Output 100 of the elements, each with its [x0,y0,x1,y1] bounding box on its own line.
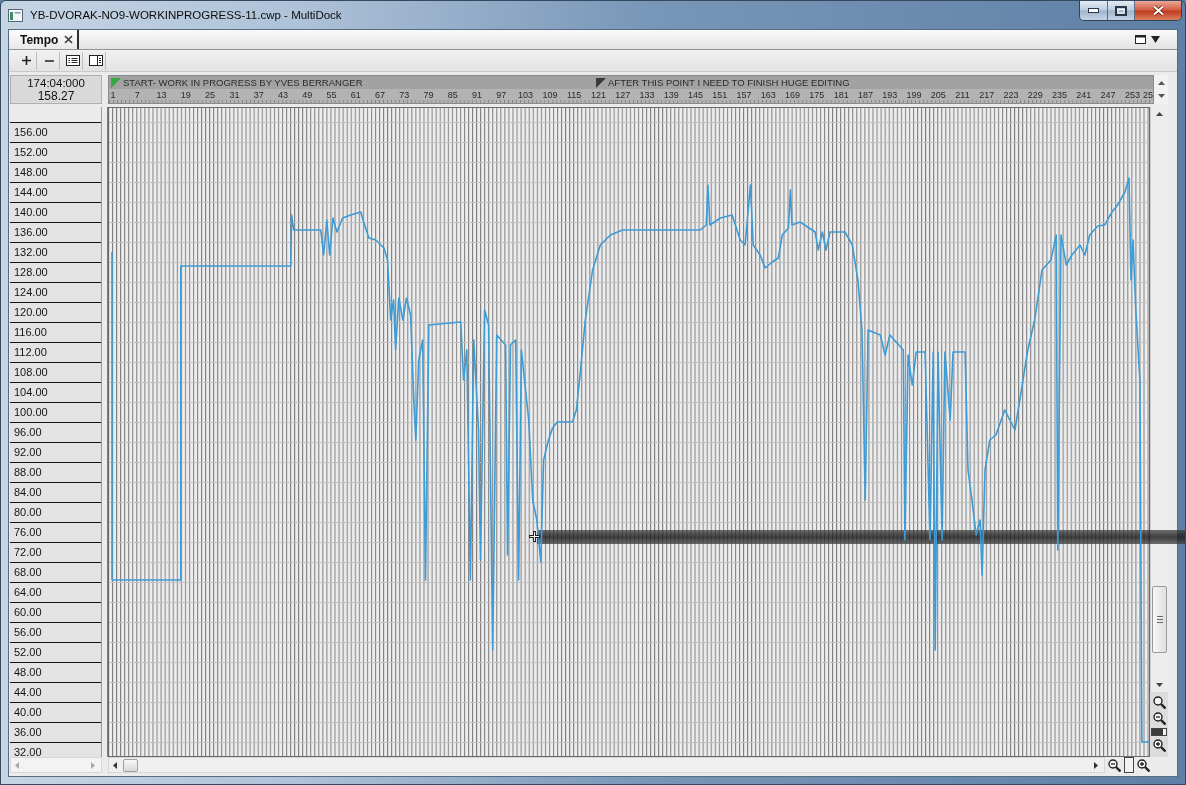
tempo-axis-label: 104.00 [10,382,101,402]
bar-number: 187 [857,90,873,101]
list-view-button[interactable] [63,51,83,70]
bar-number: 211 [955,90,970,101]
bar-number: 241 [1076,90,1092,101]
tempo-axis-label: 68.00 [10,562,101,582]
scroll-down-icon[interactable] [1157,93,1165,98]
tempo-axis-label: 48.00 [10,662,101,682]
zoom-in-icon[interactable] [1152,739,1166,753]
bar-number: 13 [156,90,167,101]
bar-number: 181 [833,90,849,101]
tempo-axis-label: 64.00 [10,582,101,602]
minus-icon [45,59,54,62]
tempo-axis-label: 108.00 [10,362,101,382]
scroll-up-icon[interactable] [1157,81,1165,86]
bar-number: 97 [496,90,507,101]
bar-number: 85 [447,90,458,101]
tempo-axis-label: 124.00 [10,282,101,302]
zoom-in-icon[interactable] [1137,758,1150,772]
tempo-axis-label: 128.00 [10,262,101,282]
tempo-axis-label: 60.00 [10,602,101,622]
bar-number: 253 [1124,90,1140,101]
tempo-axis-label: 152.00 [10,142,101,162]
bar-number: 103 [518,90,534,101]
bar-number: 151 [712,90,728,101]
tempo-axis-label: 44.00 [10,682,101,702]
marker-label: AFTER THIS POINT I NEED TO FINISH HUGE EDITING [608,77,850,88]
bar-number: 109 [542,90,558,101]
tempo-axis-label: 76.00 [10,522,101,542]
close-tab-button[interactable] [64,35,74,44]
bar-number: 73 [399,90,410,101]
tempo-axis-label: 56.00 [10,622,101,642]
bar-number: 217 [979,90,995,101]
tempo-axis-label: 148.00 [10,162,101,182]
scroll-down-icon[interactable] [1156,683,1163,687]
maximize-button[interactable] [1107,1,1134,20]
bar-number: 205 [930,90,946,101]
tempo-axis-label: 32.00 [10,742,101,757]
minimize-icon [1088,8,1099,13]
position-time: 174:04:000 [27,76,85,90]
bar-number: 25 [1143,90,1153,101]
bar-number: 43 [277,90,288,101]
scroll-thumb[interactable] [1152,586,1167,653]
bar-number: 49 [302,90,313,101]
close-icon [1151,5,1165,16]
tempo-axis-label: 84.00 [10,482,101,502]
bar-number: 19 [180,90,191,101]
bar-number: 133 [639,90,655,101]
side-panel-button[interactable] [86,51,106,70]
tempo-axis-label: 136.00 [10,222,101,242]
bar-number: 175 [809,90,825,101]
tempo-axis-label: 36.00 [10,722,101,742]
bar-number: 91 [472,90,483,101]
horizontal-zoom-slider[interactable] [1124,757,1134,773]
bar-number: 55 [326,90,337,101]
marker-label: START- WORK IN PROGRESS BY YVES BERRANGER [123,77,363,88]
maximize-icon [1115,5,1127,16]
magnifier-icon[interactable] [1152,695,1166,709]
crosshair-cursor-icon [529,531,540,542]
bar-number: 235 [1052,90,1068,101]
bar-number: 79 [423,90,434,101]
app-icon [8,8,23,22]
bar-number: 67 [375,90,385,101]
minimize-button[interactable] [1080,1,1107,20]
tempo-axis-label: 132.00 [10,242,101,262]
bar-number: 199 [906,90,922,101]
window-title: YB-DVORAK-NO9-WORKINPROGRESS-11.cwp - MultiDock [30,9,342,21]
tab[interactable]: Tempo [10,30,80,49]
side-panel-icon [88,55,103,66]
bar-number: 7 [134,90,140,101]
tempo-axis-label: 52.00 [10,642,101,662]
bar-number: 145 [688,90,704,101]
vertical-zoom-slider[interactable] [1151,728,1167,737]
tempo-axis-label: 80.00 [10,502,101,522]
scroll-up-icon[interactable] [1156,112,1163,116]
bar-number: 163 [760,90,776,101]
bar-number: 127 [615,90,631,101]
tempo-axis-label: 156.00 [10,122,101,142]
bar-number: 121 [590,90,606,101]
position-tempo: 158.27 [37,89,75,103]
scroll-right-icon[interactable] [1094,761,1099,769]
tempo-axis-label: 72.00 [10,542,101,562]
close-button[interactable] [1134,1,1181,20]
dropdown-caret-icon[interactable] [1151,36,1160,43]
zoom-out-icon[interactable] [1152,711,1166,725]
bar-number: 1 [110,90,116,101]
tempo-axis-label: 144.00 [10,182,101,202]
bar-number: 223 [1003,90,1019,101]
tempo-axis-label: 120.00 [10,302,101,322]
scroll-left-icon[interactable] [113,761,117,769]
scroll-thumb[interactable] [123,758,138,772]
tempo-axis-label: 40.00 [10,702,101,722]
bar-number: 115 [567,90,582,101]
zoom-out-icon[interactable] [1108,758,1121,772]
bar-number: 31 [229,90,240,101]
tempo-axis-label: 116.00 [10,322,101,342]
bar-number: 229 [1027,90,1043,101]
window-icon[interactable] [1135,35,1146,44]
bar-number: 157 [736,90,752,101]
close-icon [64,35,74,44]
